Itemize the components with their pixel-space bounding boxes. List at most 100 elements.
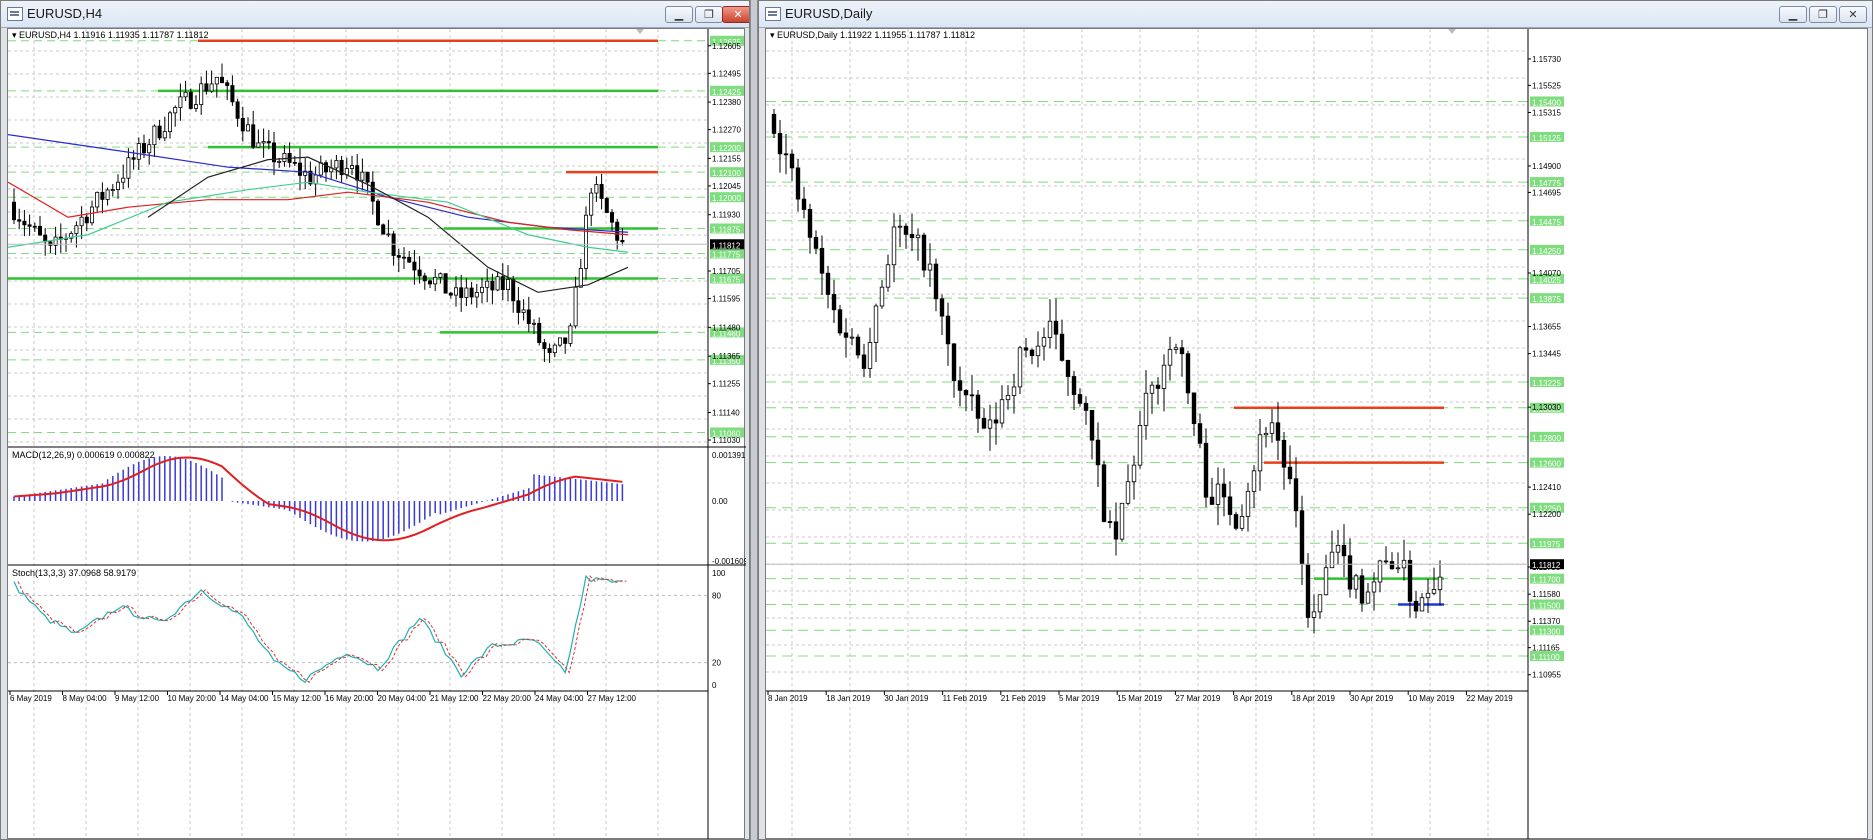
time-axis-label: 30 Apr 2019 xyxy=(1350,694,1394,703)
candle-body xyxy=(568,325,573,344)
candle-body xyxy=(323,162,328,173)
h4-chart-svg[interactable]: 1.126251.124251.122001.121001.120001.118… xyxy=(7,29,749,840)
candle-body xyxy=(448,292,453,296)
price-tick-label: 1.11370 xyxy=(1532,617,1561,626)
candle-body xyxy=(1155,384,1161,389)
candle-body xyxy=(1203,442,1209,498)
candle-body xyxy=(969,394,975,397)
restore-button[interactable]: ❐ xyxy=(1809,6,1837,23)
window-splitter[interactable] xyxy=(750,0,758,840)
candle-body xyxy=(1101,464,1107,522)
candle-body xyxy=(1131,464,1137,483)
candle-body xyxy=(126,157,131,179)
close-button[interactable]: ✕ xyxy=(1839,6,1867,23)
close-button[interactable]: ✕ xyxy=(722,6,749,23)
price-tick-label: 1.12380 xyxy=(712,98,741,107)
price-tick-label: 1.15730 xyxy=(1532,55,1561,64)
candle-body xyxy=(152,125,157,146)
chart-shift-marker[interactable] xyxy=(1448,29,1456,34)
candle-body xyxy=(360,171,365,181)
time-axis-label: 22 May 20:00 xyxy=(483,694,532,703)
chart-window-icon xyxy=(7,7,23,21)
candle-body xyxy=(511,279,516,302)
candle-body xyxy=(453,287,458,296)
h4-titlebar[interactable]: EURUSD,H4 ▁ ❐ ✕ xyxy=(1,1,749,28)
minimize-button[interactable]: ▁ xyxy=(1779,6,1807,23)
candle-body xyxy=(282,153,287,162)
candle-body xyxy=(783,153,789,156)
candle-body xyxy=(1023,347,1029,351)
candle-body xyxy=(1077,394,1083,404)
candle-body xyxy=(375,200,380,226)
candle-body xyxy=(1371,581,1377,593)
candle-body xyxy=(433,276,438,285)
time-axis-label: 30 Jan 2019 xyxy=(884,694,929,703)
candle-body xyxy=(443,273,448,294)
time-axis-label: 5 Mar 2019 xyxy=(1059,694,1100,703)
candle-body xyxy=(417,269,422,277)
price-tick-label: 1.11165 xyxy=(1532,644,1560,653)
candle-body xyxy=(1239,515,1245,529)
candle-body xyxy=(505,279,510,290)
candle-body xyxy=(105,189,110,200)
candle-body xyxy=(1083,402,1089,411)
price-tick-label: 1.15525 xyxy=(1532,81,1561,90)
candle-body xyxy=(474,292,479,298)
candle-body xyxy=(141,143,146,154)
h4-chart-area[interactable]: 1.12625 1.12425 1.12200 1.12100 1.12000 1.118… xyxy=(7,28,749,840)
candle-body xyxy=(594,184,599,194)
candle-body xyxy=(193,104,198,109)
candle-body xyxy=(12,201,17,221)
candle-body xyxy=(1185,353,1191,394)
candle-body xyxy=(355,165,360,181)
candle-body xyxy=(490,280,495,291)
daily-chart-svg[interactable]: 1.15400 1.15125 1.14775 1.14475 1.14250 1.140… xyxy=(766,29,1869,840)
candle-body xyxy=(1395,567,1401,570)
candle-body xyxy=(909,233,915,239)
candle-body xyxy=(599,184,604,199)
candle-body xyxy=(1329,551,1335,569)
price-tick-label: 1.11480 xyxy=(712,323,741,332)
price-level-label: 1.12000 xyxy=(712,194,741,203)
candle-body xyxy=(292,162,297,164)
daily-chart-area[interactable]: 1.15400 1.15125 1.14775 1.14475 1.14250 1.140… xyxy=(765,28,1868,839)
moving-average-red xyxy=(7,181,629,236)
candle-body xyxy=(879,286,885,307)
candle-body xyxy=(521,309,526,313)
candle-body xyxy=(547,348,552,354)
candle-body xyxy=(1275,422,1281,441)
stoch-tick-label: 0 xyxy=(712,681,717,690)
candle-body xyxy=(975,394,981,419)
candle-body xyxy=(1359,575,1365,604)
candle-body xyxy=(251,124,256,148)
price-level-label: 1.14250 xyxy=(1532,247,1561,256)
chart-shift-marker[interactable] xyxy=(636,29,644,34)
candle-body xyxy=(589,192,594,216)
candle-body xyxy=(110,189,115,191)
candle-body xyxy=(981,417,987,429)
restore-button[interactable]: ❐ xyxy=(695,6,723,23)
candle-body xyxy=(1335,544,1341,553)
candle-body xyxy=(199,83,204,105)
time-axis-label: 21 Feb 2019 xyxy=(1001,694,1046,703)
h4-chart-window[interactable]: EURUSD,H4 ▁ ❐ ✕ 1.12625 1.12425 1.12200 1.1… xyxy=(0,0,750,840)
candle-body xyxy=(183,91,188,98)
candle-body xyxy=(427,280,432,285)
time-axis-label: 9 May 12:00 xyxy=(115,694,160,703)
time-axis-label: 15 May 12:00 xyxy=(273,694,322,703)
minimize-button[interactable]: ▁ xyxy=(665,6,693,23)
candle-body xyxy=(1425,592,1431,599)
time-axis-label: 8 Apr 2019 xyxy=(1234,694,1273,703)
price-tick-label: 1.12045 xyxy=(712,182,741,191)
price-tick-label: 1.11365 xyxy=(712,352,741,361)
candle-body xyxy=(1305,563,1311,618)
candle-body xyxy=(578,268,583,288)
candle-body xyxy=(1227,496,1233,515)
stoch-tick-label: 80 xyxy=(712,591,721,600)
daily-chart-window[interactable]: EURUSD,Daily ▁ ❐ ✕ 1.15400 1.15125 1.14775… xyxy=(758,0,1873,840)
candle-body xyxy=(32,225,37,228)
candle-body xyxy=(921,234,927,271)
candle-body xyxy=(927,263,933,271)
candle-body xyxy=(813,236,819,249)
daily-titlebar[interactable]: EURUSD,Daily ▁ ❐ ✕ xyxy=(759,1,1872,28)
